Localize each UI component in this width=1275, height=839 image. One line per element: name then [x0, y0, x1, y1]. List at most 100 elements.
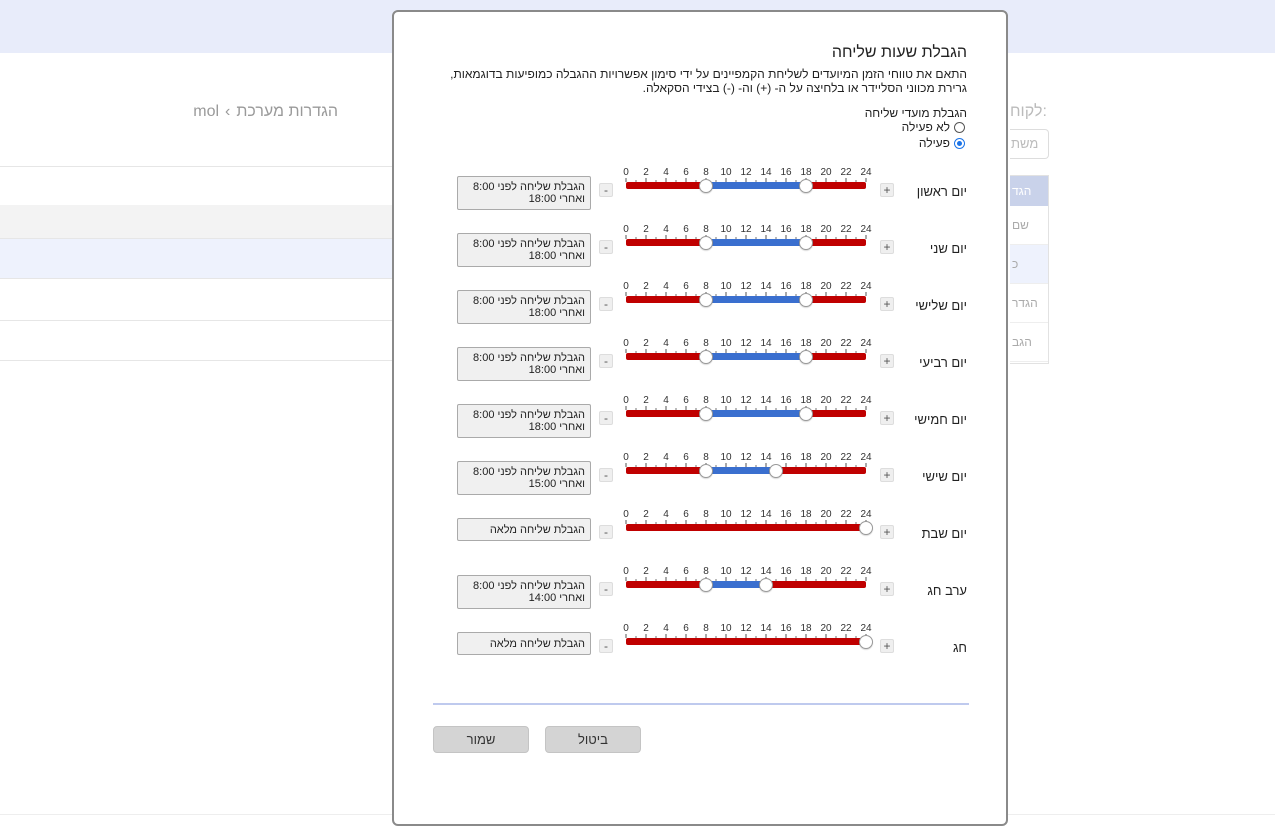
hours-slider-track[interactable] [626, 638, 866, 645]
slider-end-handle[interactable] [799, 350, 813, 364]
restriction-status-line: הגבלת שליחה לפני 8:00 [473, 238, 585, 250]
scale-tick-label: 2 [643, 452, 649, 463]
dialog-divider [433, 703, 969, 705]
scale-tick-label: 10 [720, 623, 732, 634]
scale-tick-label: 12 [740, 281, 752, 292]
bg-panel-header: הגד [1010, 176, 1048, 206]
slider-handle[interactable] [859, 635, 873, 649]
plus-button[interactable]: + [880, 354, 894, 368]
minus-button[interactable]: - [599, 582, 613, 596]
slider-start-handle[interactable] [699, 293, 713, 307]
scale-tick-label: 6 [683, 566, 689, 577]
minus-button[interactable]: - [599, 525, 613, 539]
scale-tick-label: 12 [740, 338, 752, 349]
breadcrumb-parent[interactable]: mol [193, 103, 219, 120]
hours-slider-track[interactable] [626, 353, 866, 360]
scale-tick-label: 6 [683, 623, 689, 634]
day-name: יום שישי [922, 469, 967, 484]
plus-button[interactable]: + [880, 582, 894, 596]
scale-tick-label: 20 [820, 566, 832, 577]
scale-tick-label: 24 [860, 452, 872, 463]
scale-tick-label: 24 [860, 224, 872, 235]
radio-inactive-circle[interactable] [954, 121, 965, 133]
bg-panel-item[interactable]: הגב [1010, 323, 1048, 362]
scale-tick-label: 16 [780, 452, 792, 463]
hours-slider-track[interactable] [626, 581, 866, 588]
hours-slider-track[interactable] [626, 182, 866, 189]
slider-end-handle[interactable] [799, 293, 813, 307]
slider-start-handle[interactable] [699, 407, 713, 421]
day-name: ערב חג [927, 583, 967, 598]
radio-active[interactable]: פעילה [919, 136, 965, 150]
minus-button[interactable]: - [599, 639, 613, 653]
scale-tick-label: 24 [860, 395, 872, 406]
plus-button[interactable]: + [880, 411, 894, 425]
bg-panel-item[interactable]: שם [1010, 206, 1048, 245]
bg-search-input[interactable]: משת [1010, 129, 1049, 159]
radio-active-circle[interactable] [954, 137, 965, 149]
hours-slider-track[interactable] [626, 239, 866, 246]
scale-tick-label: 22 [840, 566, 852, 577]
minus-button[interactable]: - [599, 411, 613, 425]
scale-tick-label: 16 [780, 623, 792, 634]
slider-start-handle[interactable] [699, 236, 713, 250]
scale-tick-label: 16 [780, 566, 792, 577]
plus-button[interactable]: + [880, 468, 894, 482]
scale-tick-label: 0 [623, 281, 629, 292]
slider-end-handle[interactable] [799, 407, 813, 421]
bg-panel-item[interactable]: הגדר [1010, 284, 1048, 323]
plus-button[interactable]: + [880, 297, 894, 311]
radio-inactive[interactable]: לא פעילה [902, 120, 965, 134]
scale-tick-label: 18 [800, 395, 812, 406]
hours-slider-track[interactable] [626, 410, 866, 417]
bg-table-row [0, 205, 392, 239]
save-button[interactable]: שמור [433, 726, 529, 753]
plus-button[interactable]: + [880, 240, 894, 254]
hours-slider-track[interactable] [626, 467, 866, 474]
slider-start-handle[interactable] [699, 350, 713, 364]
minus-button[interactable]: - [599, 468, 613, 482]
scale-tick-label: 4 [663, 509, 669, 520]
scale-tick-label: 8 [703, 566, 709, 577]
scale-tick-label: 4 [663, 623, 669, 634]
restriction-status-line: הגבלת שליחה לפני 8:00 [473, 409, 585, 421]
minus-button[interactable]: - [599, 183, 613, 197]
hours-slider-track[interactable] [626, 296, 866, 303]
scale-tick-label: 4 [663, 224, 669, 235]
slider-end-handle[interactable] [769, 464, 783, 478]
breadcrumb-separator-icon: › [225, 103, 231, 120]
hours-slider-track[interactable] [626, 524, 866, 531]
slider-end-handle[interactable] [799, 179, 813, 193]
restriction-status-line: ואחרי 18:00 [528, 307, 585, 319]
minus-button[interactable]: - [599, 354, 613, 368]
restriction-status-line: הגבלת שליחה לפני 8:00 [473, 466, 585, 478]
scale-tick-label: 8 [703, 224, 709, 235]
scale-tick-label: 18 [800, 281, 812, 292]
day-row: יום שני + -0 2 4 6 8 10 12 14 16 18 20 22 24 הגבלת שליח… [394, 224, 1006, 281]
slider-handle[interactable] [859, 521, 873, 535]
scale-tick-label: 20 [820, 623, 832, 634]
plus-button[interactable]: + [880, 525, 894, 539]
plus-button[interactable]: + [880, 639, 894, 653]
plus-button[interactable]: + [880, 183, 894, 197]
scale-tick-label: 14 [760, 338, 772, 349]
day-row: ערב חג + -0 2 4 6 8 10 12 14 16 18 20 22 24 הגבלת שליחה… [394, 566, 1006, 623]
scale-tick-label: 18 [800, 509, 812, 520]
minus-button[interactable]: - [599, 240, 613, 254]
scale-tick-label: 10 [720, 452, 732, 463]
restriction-status-line: ואחרי 18:00 [528, 250, 585, 262]
minus-button[interactable]: - [599, 297, 613, 311]
bg-side-panel: הגד שם כ הגדר הגב [1010, 175, 1049, 364]
slider-start-handle[interactable] [699, 464, 713, 478]
slider-start-handle[interactable] [699, 179, 713, 193]
scale-tick-label: 6 [683, 452, 689, 463]
slider-end-handle[interactable] [759, 578, 773, 592]
slider-start-handle[interactable] [699, 578, 713, 592]
slider-end-handle[interactable] [799, 236, 813, 250]
bg-panel-item[interactable]: כ [1010, 245, 1048, 284]
scale-tick-label: 12 [740, 509, 752, 520]
bg-table-row [0, 321, 392, 361]
scale-tick-label: 8 [703, 395, 709, 406]
cancel-button[interactable]: ביטול [545, 726, 641, 753]
scale-tick-label: 16 [780, 167, 792, 178]
